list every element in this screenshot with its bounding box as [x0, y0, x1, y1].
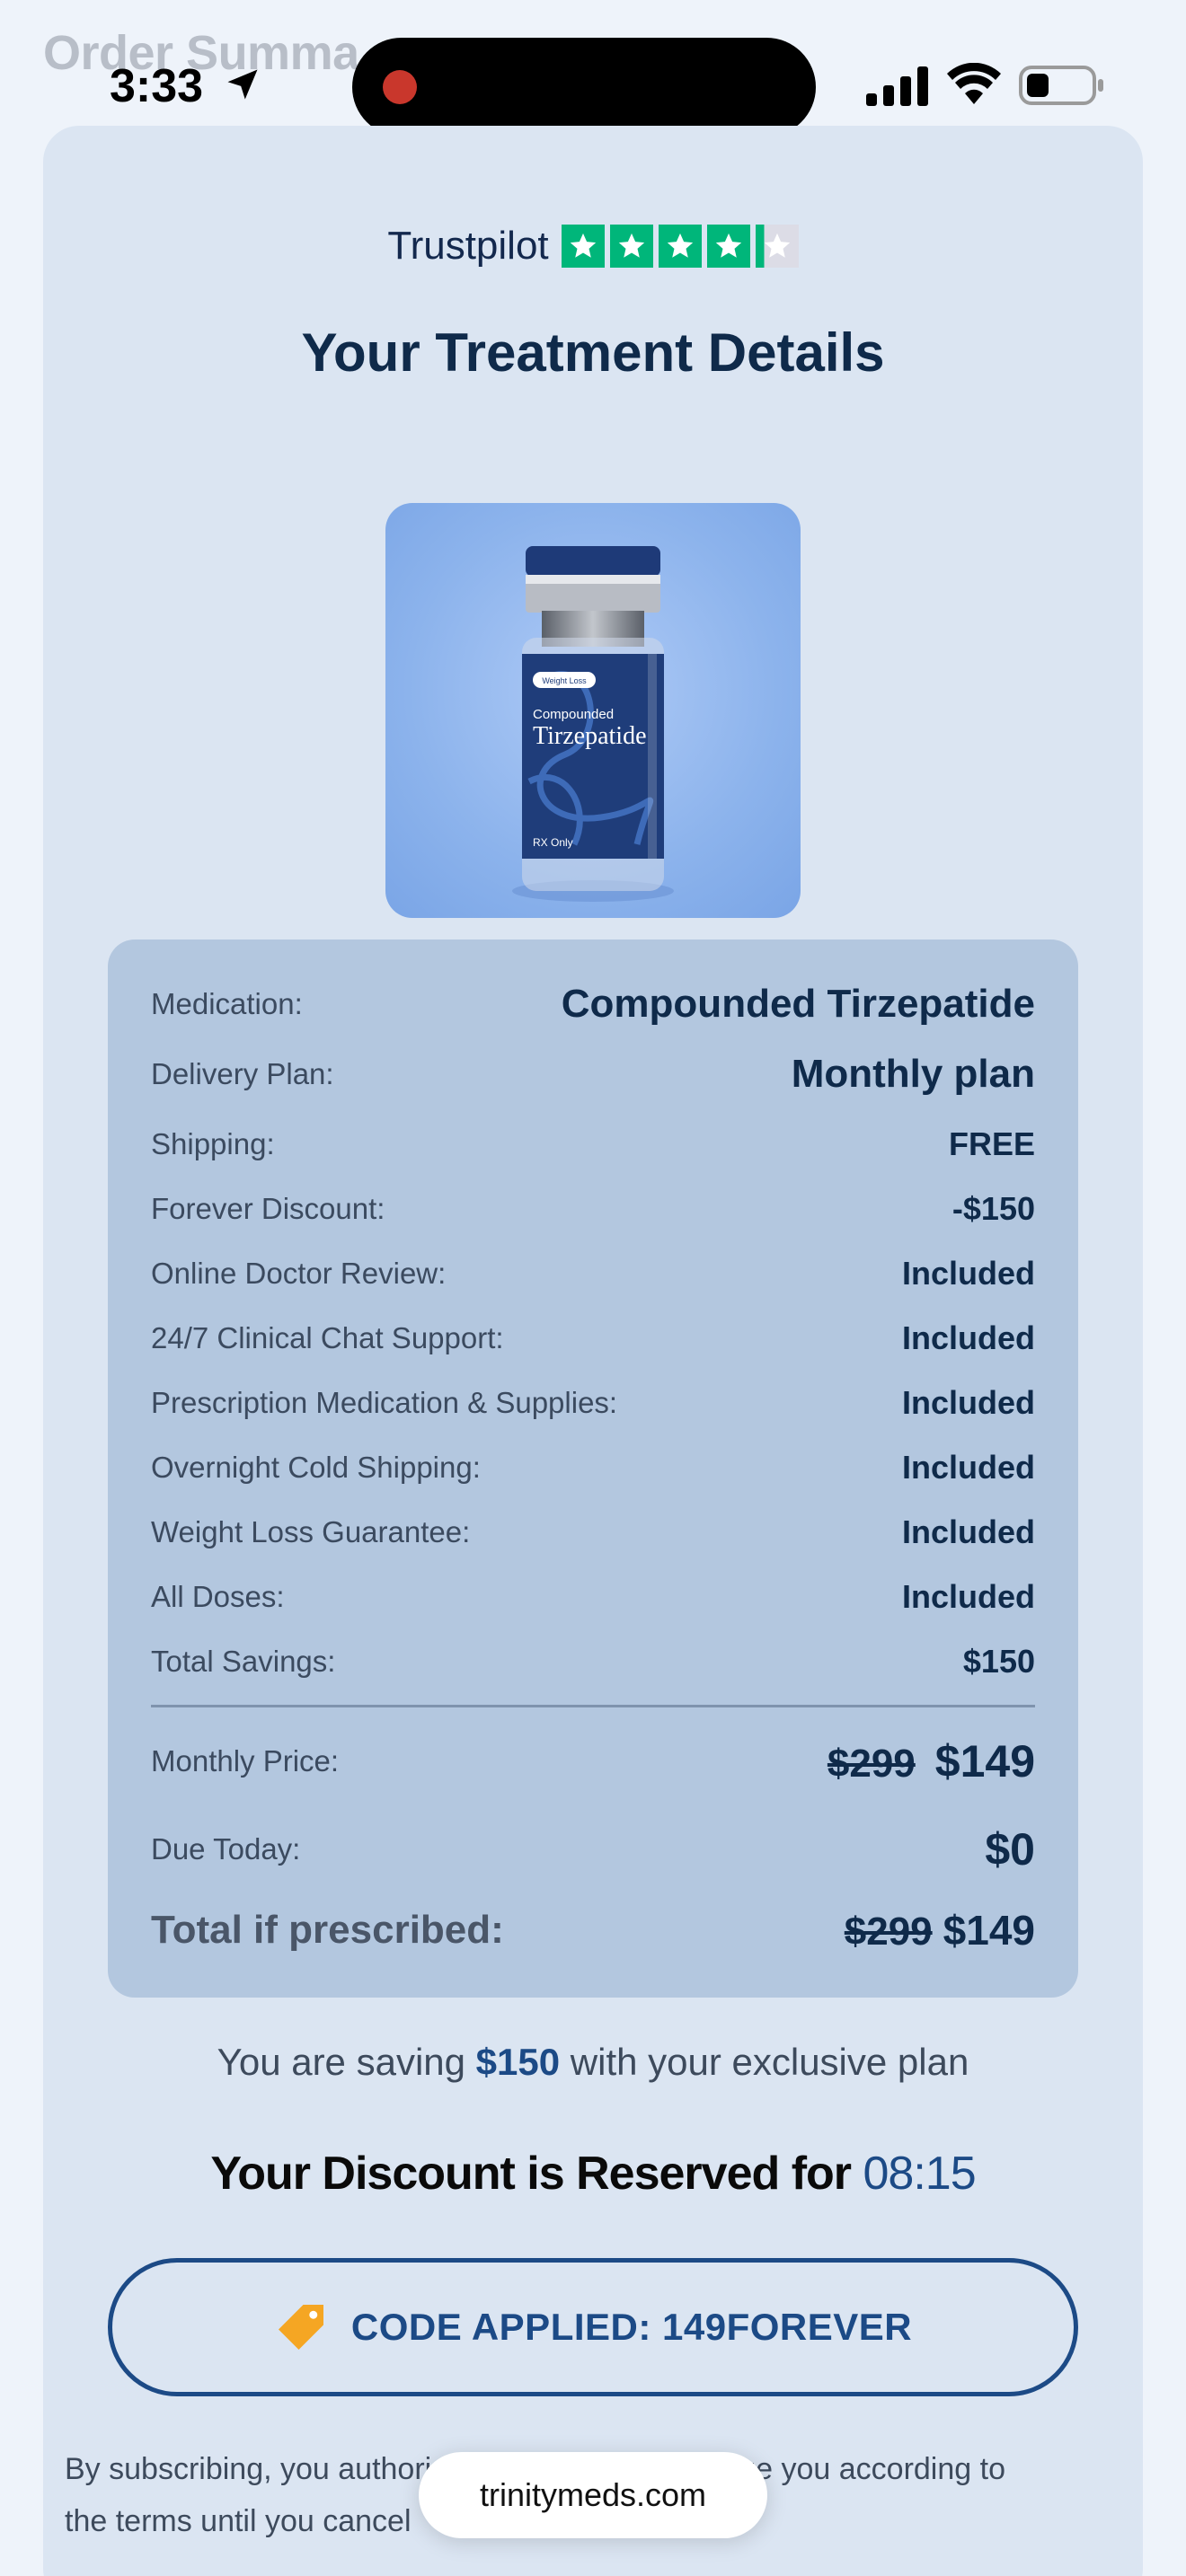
total-new: $149 [943, 1907, 1035, 1954]
treatment-details-panel: Medication: Compounded Tirzepatide Deliv… [108, 940, 1078, 1998]
saving-prefix: You are saving [217, 2041, 476, 2083]
discount-reserved-message: Your Discount is Reserved for 08:15 [43, 2147, 1143, 2201]
treatment-details-heading: Your Treatment Details [301, 322, 885, 383]
detail-value: Included [901, 1384, 1035, 1421]
detail-label: Forever Discount: [151, 1192, 385, 1225]
trustpilot-label: Trustpilot [387, 224, 549, 268]
code-applied-button[interactable]: CODE APPLIED: 149FOREVER [108, 2258, 1078, 2396]
total-label: Total if prescribed: [151, 1908, 504, 1952]
star-icon [561, 225, 605, 268]
star-icon [609, 225, 653, 268]
due-today-row: Due Today: $0 [151, 1818, 1035, 1881]
star-half-icon [755, 225, 799, 268]
browser-url-bar[interactable]: trinitymeds.com [419, 2452, 767, 2538]
code-applied-label: CODE APPLIED: 149FOREVER [350, 2306, 913, 2348]
vial-illustration: Weight Loss Compounded Tirzepatide RX On… [512, 546, 674, 902]
star-icon [658, 225, 702, 268]
vial-line1: Compounded [533, 707, 614, 722]
detail-label: Overnight Cold Shipping: [151, 1451, 481, 1484]
detail-label: Weight Loss Guarantee: [151, 1515, 471, 1548]
monthly-price-new: $149 [934, 1736, 1035, 1786]
detail-row-shipping: Shipping: FREE [151, 1119, 1035, 1169]
trustpilot-stars [561, 225, 799, 268]
vial-badge: Weight Loss [542, 676, 587, 685]
detail-value: Included [901, 1513, 1035, 1550]
recording-indicator-icon [383, 70, 417, 104]
detail-label: Medication: [151, 987, 303, 1020]
detail-row-delivery-plan: Delivery Plan: Monthly plan [151, 1045, 1035, 1103]
dynamic-island [352, 38, 816, 137]
product-image: Weight Loss Compounded Tirzepatide RX On… [385, 503, 801, 918]
detail-label: Delivery Plan: [151, 1057, 334, 1090]
detail-label: Online Doctor Review: [151, 1257, 447, 1290]
order-summary-card: Trustpilot Your Treatment Details Weight… [43, 126, 1143, 2576]
monthly-price-old: $299 [827, 1742, 916, 1786]
star-icon [706, 225, 750, 268]
details-divider [151, 1705, 1035, 1707]
due-today-value: $0 [985, 1824, 1035, 1875]
vial-line2: Tirzepatide [533, 722, 647, 750]
location-arrow-icon [227, 69, 258, 100]
battery-icon [1019, 66, 1103, 105]
detail-row-online-doctor-review: Online Doctor Review: Included [151, 1248, 1035, 1299]
status-time: 3:33 [110, 60, 204, 112]
monthly-price-values: $299 $149 [828, 1735, 1035, 1787]
trustpilot-rating: Trustpilot [43, 219, 1143, 273]
detail-row-weight-loss-guarantee: Weight Loss Guarantee: Included [151, 1507, 1035, 1557]
monthly-price-label: Monthly Price: [151, 1744, 340, 1778]
detail-value: FREE [948, 1125, 1035, 1162]
reserved-timer: 08:15 [863, 2148, 976, 2200]
cellular-signal-icon [866, 66, 928, 106]
monthly-price-row: Monthly Price: $299 $149 [151, 1730, 1035, 1793]
detail-value: Included [901, 1319, 1035, 1356]
url-domain: trinitymeds.com [479, 2476, 707, 2513]
total-row: Total if prescribed: $299 $149 [151, 1899, 1035, 1962]
detail-row-clinical-chat: 24/7 Clinical Chat Support: Included [151, 1313, 1035, 1363]
detail-value: Included [901, 1578, 1035, 1615]
detail-value: Included [901, 1449, 1035, 1486]
vial-footer: RX Only [533, 836, 573, 849]
detail-row-total-savings: Total Savings: $150 [151, 1636, 1035, 1687]
detail-label: Shipping: [151, 1127, 275, 1160]
detail-row-cold-shipping: Overnight Cold Shipping: Included [151, 1442, 1035, 1493]
detail-value: Monthly plan [791, 1052, 1035, 1096]
saving-amount: $150 [475, 2041, 561, 2083]
saving-suffix: with your exclusive plan [560, 2041, 969, 2083]
detail-label: 24/7 Clinical Chat Support: [151, 1321, 504, 1354]
detail-row-forever-discount: Forever Discount: -$150 [151, 1184, 1035, 1234]
reserved-text: Your Discount is Reserved for [210, 2148, 863, 2200]
detail-row-all-doses: All Doses: Included [151, 1572, 1035, 1622]
detail-value: Compounded Tirzepatide [561, 982, 1035, 1026]
detail-row-prescription-supplies: Prescription Medication & Supplies: Incl… [151, 1378, 1035, 1428]
status-bar: 3:33 [0, 0, 1186, 137]
detail-label: Prescription Medication & Supplies: [151, 1386, 618, 1419]
total-old: $299 [844, 1910, 933, 1954]
detail-value: -$150 [951, 1190, 1035, 1227]
detail-value: Included [901, 1255, 1035, 1292]
total-values: $299 $149 [845, 1906, 1035, 1954]
detail-row-medication: Medication: Compounded Tirzepatide [151, 975, 1035, 1033]
wifi-icon [947, 63, 1001, 104]
price-tag-icon [278, 2305, 323, 2350]
due-today-label: Due Today: [151, 1832, 301, 1866]
saving-message: You are saving $150 with your exclusive … [43, 2041, 1143, 2084]
detail-label: All Doses: [151, 1580, 285, 1613]
detail-value: $150 [962, 1643, 1035, 1680]
detail-label: Total Savings: [151, 1645, 336, 1678]
